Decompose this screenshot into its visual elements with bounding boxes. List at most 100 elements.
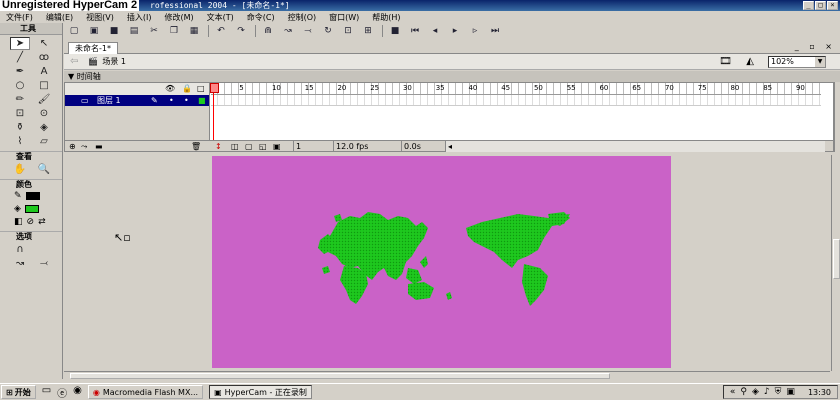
media-icon[interactable]: ◉ [73,385,82,400]
align-icon[interactable]: ⊞ [362,25,374,37]
save-icon[interactable]: ■ [108,25,120,37]
stage[interactable] [212,156,671,368]
layer-row[interactable]: ▭ 图层 1 ✎ • • ■ [65,95,210,106]
timeline-hscrollbar[interactable]: ◂ [445,141,825,152]
rectangle-tool-icon[interactable]: □ [34,79,54,92]
onion-markers-icon[interactable]: ▣ [273,141,281,152]
new-file-icon[interactable]: ▢ [68,25,80,37]
lasso-tool-icon[interactable]: ꝏ [34,51,54,64]
pencil-tool-icon[interactable]: ✏ [10,93,30,106]
undo-icon[interactable]: ↶ [215,25,227,37]
open-file-icon[interactable]: ▣ [88,25,100,37]
menu-commands[interactable]: 命令(C) [247,12,275,23]
copy-icon[interactable]: ❐ [168,25,180,37]
timeline-vscrollbar[interactable] [834,82,840,152]
smooth-option-icon[interactable]: ↝ [10,257,30,270]
no-color-icon[interactable]: ⊘ [27,217,35,227]
tray-security-icon[interactable]: ⛨ [775,387,782,397]
center-frame-icon[interactable]: ↕ [215,141,222,152]
layer-visible-dot[interactable]: • [169,95,174,106]
onion-skin-icon[interactable]: ◫ [231,141,239,152]
task-hypercam[interactable]: ▣ HyperCam - 正在录制 [209,385,312,399]
document-window-controls[interactable]: _ ▫ × [795,42,836,51]
minimize-button[interactable]: _ [803,1,814,10]
tray-volume-icon[interactable]: ♪ [764,387,770,397]
maximize-button[interactable]: □ [815,1,826,10]
playhead[interactable] [210,83,219,141]
stage-vscrollbar[interactable] [831,155,840,371]
timeline-header[interactable]: ▼ 时间轴 [64,71,840,82]
swap-colors-icon[interactable]: ⇄ [38,217,46,227]
insert-layer-icon[interactable]: ⊕ [69,141,76,152]
scale-icon[interactable]: ⊡ [342,25,354,37]
tray-arrow-icon[interactable]: « [730,387,736,397]
ink-bottle-tool-icon[interactable]: ⚱ [10,121,30,134]
onion-outline-icon[interactable]: ▢ [245,141,253,152]
lock-icon[interactable]: 🔒 [182,84,192,93]
stage-vscroll-thumb[interactable] [833,239,840,279]
menu-modify[interactable]: 修改(M) [164,12,193,23]
frame-ruler[interactable]: 151015202530354045505560657075808590 [211,83,821,95]
edit-symbols-icon[interactable]: ◭ [746,56,754,67]
smooth-icon[interactable]: ↝ [282,25,294,37]
back-arrow-icon[interactable]: ⇦ [70,56,78,67]
start-button[interactable]: ⊞ 开始 [1,385,36,399]
layer-lock-dot[interactable]: • [184,95,189,106]
oval-tool-icon[interactable]: ○ [10,79,30,92]
menu-text[interactable]: 文本(T) [207,12,234,23]
fill-transform-tool-icon[interactable]: ⊙ [34,107,54,120]
world-map-graphic[interactable] [212,156,671,368]
edit-multiple-frames-icon[interactable]: ◱ [259,141,267,152]
stage-hscrollbar[interactable] [64,371,830,379]
hand-tool-icon[interactable]: ✋ [10,163,30,176]
fast-forward-icon[interactable]: ⏭ [489,25,501,37]
menu-view[interactable]: 视图(V) [86,12,114,23]
menu-edit[interactable]: 编辑(E) [46,12,73,23]
fill-color-swatch[interactable] [24,204,39,213]
eraser-tool-icon[interactable]: ▱ [34,135,54,148]
free-transform-tool-icon[interactable]: ⊡ [10,107,30,120]
show-hide-icon[interactable]: 👁 [165,84,175,93]
line-tool-icon[interactable]: ╱ [10,51,30,64]
insert-folder-icon[interactable]: ▬ [95,141,103,152]
menu-file[interactable]: 文件(F) [6,12,33,23]
menu-insert[interactable]: 插入(I) [127,12,152,23]
stroke-color-swatch[interactable] [25,191,40,200]
stop-icon[interactable]: ■ [389,25,401,37]
rotate-icon[interactable]: ↻ [322,25,334,37]
tray-app-icon[interactable]: ◈ [752,387,759,397]
eyedropper-tool-icon[interactable]: ⌇ [10,135,30,148]
zoom-tool-icon[interactable]: 🔍 [34,163,54,176]
redo-icon[interactable]: ↷ [235,25,247,37]
menu-help[interactable]: 帮助(H) [372,12,400,23]
close-button[interactable]: × [827,1,838,10]
paint-bucket-tool-icon[interactable]: ◈ [34,121,54,134]
rewind-icon[interactable]: ⏮ [409,25,421,37]
frames-row[interactable] [211,95,821,106]
layer-outline-square[interactable]: ■ [198,95,206,106]
default-colors-icon[interactable]: ◧ [14,217,23,227]
tray-network-icon[interactable]: ⚲ [740,387,747,397]
paste-icon[interactable]: ▦ [188,25,200,37]
edit-scene-icon[interactable]: 🎞 [719,56,732,67]
menu-control[interactable]: 控制(O) [288,12,317,23]
cut-icon[interactable]: ✂ [148,25,160,37]
straighten-icon[interactable]: ⤙ [302,25,314,37]
ie-icon[interactable]: ⓔ [57,385,67,400]
scene-breadcrumb[interactable]: 🎬 场景 1 [88,56,126,67]
print-icon[interactable]: ▤ [128,25,140,37]
step-back-icon[interactable]: ◂ [429,25,441,37]
pen-tool-icon[interactable]: ✒ [10,65,30,78]
delete-layer-icon[interactable]: 🗑 [191,141,201,152]
tray-monitor-icon[interactable]: ▣ [786,387,795,397]
subselect-tool-icon[interactable]: ↖ [34,37,54,50]
task-flash[interactable]: ◉ Macromedia Flash MX... [87,385,204,399]
play-icon[interactable]: ▸ [449,25,461,37]
straighten-option-icon[interactable]: ⤙ [34,257,54,270]
outline-icon[interactable]: □ [197,84,205,93]
snap-magnet-icon[interactable]: ∩ [10,243,30,256]
add-guide-layer-icon[interactable]: ⤳ [81,141,87,152]
text-tool-icon[interactable]: A [34,65,54,78]
document-tab[interactable]: 未命名-1* [68,42,118,54]
menu-window[interactable]: 窗口(W) [329,12,359,23]
